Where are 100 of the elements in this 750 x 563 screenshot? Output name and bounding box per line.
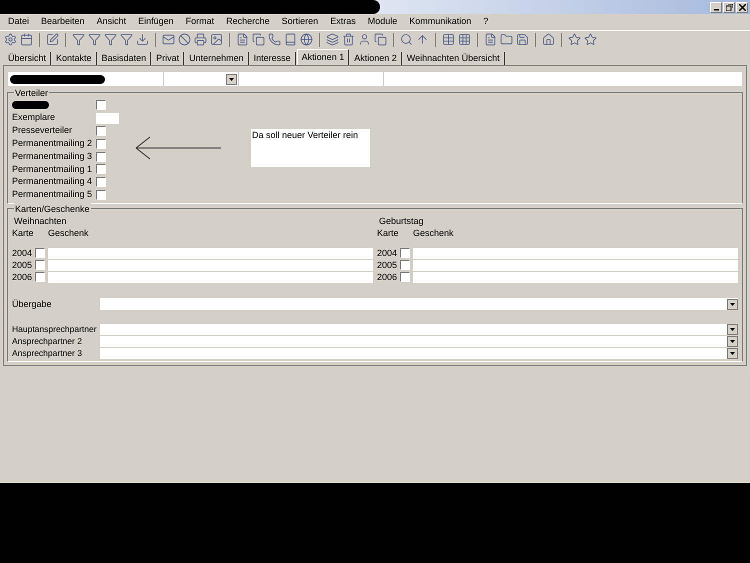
field-label: Ansprechpartner 2 (12, 335, 83, 348)
phone-icon[interactable] (268, 33, 281, 46)
field-label: Permanentmailing 1 (12, 164, 92, 174)
minimize-icon[interactable] (710, 2, 722, 12)
dropdown-button[interactable] (226, 74, 237, 84)
checkbox[interactable] (96, 164, 106, 174)
year-label: 2004 (377, 246, 397, 260)
mail-icon[interactable] (162, 33, 175, 46)
save-icon[interactable] (516, 33, 529, 46)
field-label: Presseverteiler (12, 125, 72, 136)
field-label: Ansprechpartner 3 (12, 347, 83, 360)
filter-icon[interactable] (120, 33, 133, 46)
home-icon[interactable] (542, 33, 555, 46)
dropdown-field[interactable] (163, 72, 238, 86)
folder-icon[interactable] (500, 33, 513, 46)
menu-item[interactable]: Recherche (226, 15, 270, 29)
menu-item[interactable]: Einfügen (138, 15, 174, 29)
tab[interactable]: Unternehmen (185, 52, 249, 65)
copy-icon[interactable] (374, 33, 387, 46)
search-icon[interactable] (400, 33, 413, 46)
field-label: Permanentmailing 4 (12, 176, 92, 186)
field-label: Permanentmailing 2 (12, 138, 92, 148)
menu-item[interactable]: Extras (330, 15, 356, 29)
dropdown-field[interactable] (100, 324, 738, 335)
tab[interactable]: Kontakte (52, 52, 97, 65)
tab[interactable]: Privat (152, 52, 184, 65)
checkbox[interactable] (96, 126, 106, 136)
menu-item[interactable]: Sortieren (282, 15, 318, 29)
input-field[interactable] (96, 112, 119, 124)
tab[interactable]: Übersicht (4, 52, 52, 65)
star-icon[interactable] (568, 33, 581, 46)
dropdown-field[interactable] (100, 336, 738, 347)
input-field[interactable] (413, 272, 738, 283)
checkbox[interactable] (96, 152, 106, 162)
tab[interactable]: Weihnachten Übersicht (402, 52, 505, 65)
menu-item[interactable]: ? (483, 15, 488, 29)
field-label: Permanentmailing 3 (12, 150, 92, 161)
caret-icon (730, 328, 735, 331)
trash-icon[interactable] (342, 33, 355, 46)
input-field[interactable] (413, 248, 738, 259)
checkbox[interactable] (35, 248, 45, 258)
column-label: Karte (12, 227, 35, 240)
checkbox[interactable] (400, 272, 410, 282)
caret-icon (730, 352, 735, 355)
dropdown-field[interactable] (100, 348, 738, 359)
dropdown-button[interactable] (727, 336, 738, 347)
checkbox[interactable] (400, 260, 410, 270)
checkbox[interactable] (400, 248, 410, 258)
printer-icon[interactable] (194, 33, 207, 46)
restore-icon[interactable] (723, 2, 735, 12)
checkbox[interactable] (35, 272, 45, 282)
menu-item[interactable]: Kommunikation (409, 15, 472, 29)
year-label: 2006 (12, 270, 32, 284)
document-icon[interactable] (236, 33, 249, 46)
checkbox[interactable] (96, 100, 106, 110)
dropdown-button[interactable] (727, 348, 738, 359)
ban-icon[interactable] (178, 33, 191, 46)
arrow-up-icon[interactable] (416, 33, 429, 46)
input-field[interactable] (48, 248, 373, 259)
input-field[interactable] (48, 260, 373, 271)
user-icon[interactable] (358, 33, 371, 46)
close-icon[interactable] (736, 2, 748, 12)
filter-icon[interactable] (104, 33, 117, 46)
checkbox[interactable] (96, 177, 106, 188)
grid-icon[interactable] (458, 33, 471, 46)
filter-icon[interactable] (88, 33, 101, 46)
new-file-icon[interactable] (484, 33, 497, 46)
column-label: Geschenk (413, 227, 454, 240)
menu-item[interactable]: Bearbeiten (41, 15, 85, 29)
tab[interactable]: Aktionen 2 (350, 52, 402, 65)
calendar-icon[interactable] (20, 33, 33, 46)
year-label: 2005 (377, 258, 397, 272)
input-field[interactable] (413, 260, 738, 271)
arrow-down-icon[interactable] (136, 33, 149, 46)
dropdown-button[interactable] (727, 324, 738, 335)
checkbox[interactable] (96, 190, 106, 200)
filter-icon[interactable] (72, 33, 85, 46)
copy-icon[interactable] (252, 33, 265, 46)
star-icon[interactable] (584, 33, 597, 46)
checkbox[interactable] (35, 260, 45, 270)
checkbox[interactable] (96, 138, 106, 149)
dropdown-button[interactable] (727, 298, 738, 310)
globe-icon[interactable] (300, 33, 313, 46)
dropdown-field[interactable] (100, 298, 738, 310)
menu-item[interactable]: Datei (8, 15, 30, 29)
section-label: Geburtstag (378, 215, 425, 228)
edit-icon[interactable] (46, 33, 59, 46)
input-field[interactable] (48, 272, 373, 283)
menu-item[interactable]: Format (186, 15, 214, 29)
image-icon[interactable] (210, 33, 223, 46)
year-label: 2006 (377, 270, 397, 284)
tab[interactable]: Aktionen 1 (296, 49, 350, 65)
layers-icon[interactable] (326, 33, 339, 46)
book-icon[interactable] (284, 33, 297, 46)
menu-item[interactable]: Ansicht (96, 15, 126, 29)
tab[interactable]: Basisdaten (98, 52, 152, 65)
menu-item[interactable]: Module (368, 15, 398, 29)
tab[interactable]: Interesse (250, 52, 296, 65)
gear-icon[interactable] (4, 33, 17, 46)
table-icon[interactable] (442, 33, 455, 46)
